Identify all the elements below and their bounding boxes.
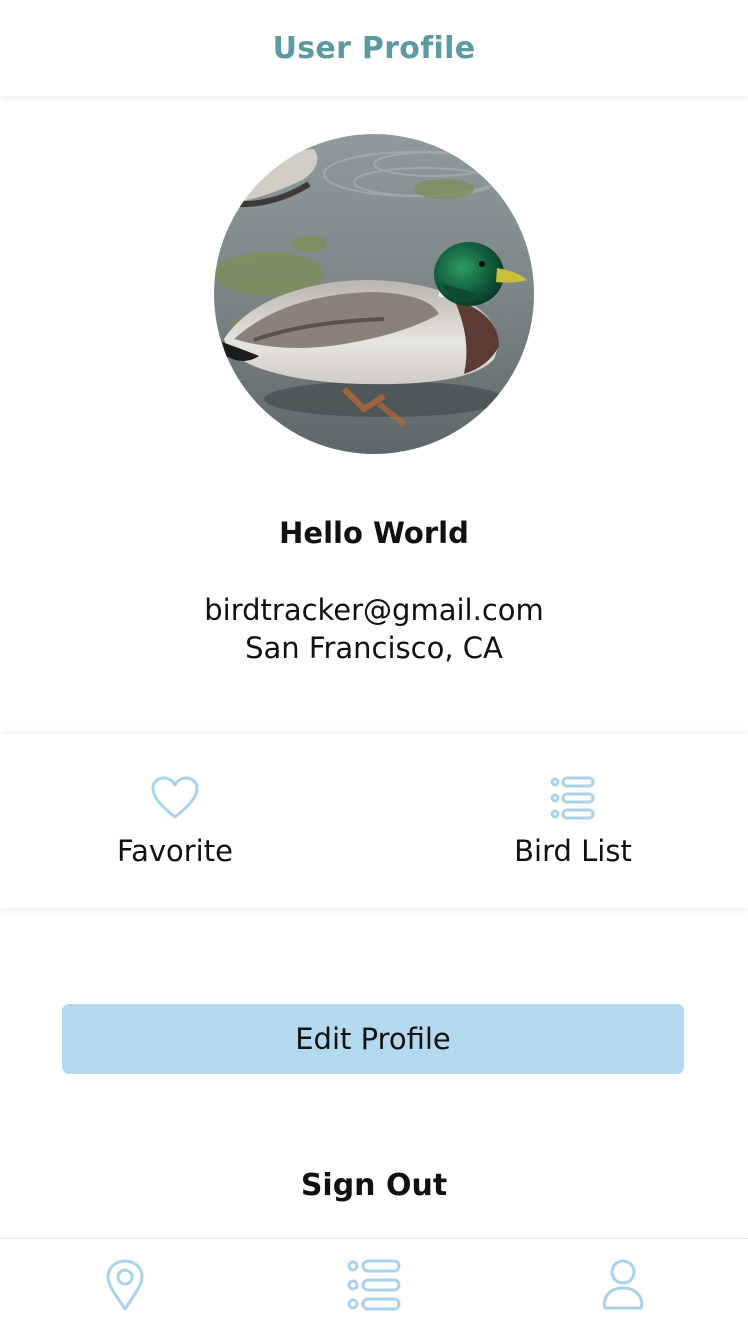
bottom-tab-bar: [0, 1238, 748, 1334]
user-name: Hello World: [279, 516, 469, 550]
bird-list-button[interactable]: Bird List: [374, 734, 748, 908]
avatar: [214, 134, 534, 454]
profile-section: Hello World birdtracker@gmail.com San Fr…: [0, 96, 748, 732]
sign-out-link[interactable]: Sign Out: [0, 1168, 748, 1203]
edit-profile-button[interactable]: Edit Profile: [62, 1004, 684, 1074]
favorite-button[interactable]: Favorite: [0, 734, 374, 908]
top-bar: User Profile: [0, 0, 748, 96]
list-icon: [547, 772, 599, 824]
user-location: San Francisco, CA: [245, 631, 503, 665]
profile-actions: Favorite Bird List: [0, 734, 748, 908]
bird-list-label: Bird List: [514, 834, 632, 868]
page-title: User Profile: [272, 30, 476, 66]
tab-list[interactable]: [249, 1239, 498, 1334]
list-icon: [346, 1258, 402, 1316]
favorite-label: Favorite: [117, 834, 233, 868]
map-pin-icon: [105, 1258, 145, 1316]
user-icon: [600, 1258, 646, 1316]
tab-map[interactable]: [0, 1239, 249, 1334]
heart-icon: [149, 772, 201, 824]
app-screen: User Profile Hello World birdtracker@gma…: [0, 0, 748, 1334]
tab-profile[interactable]: [499, 1239, 748, 1334]
user-email: birdtracker@gmail.com: [204, 593, 544, 627]
duck-photo: [214, 134, 534, 454]
